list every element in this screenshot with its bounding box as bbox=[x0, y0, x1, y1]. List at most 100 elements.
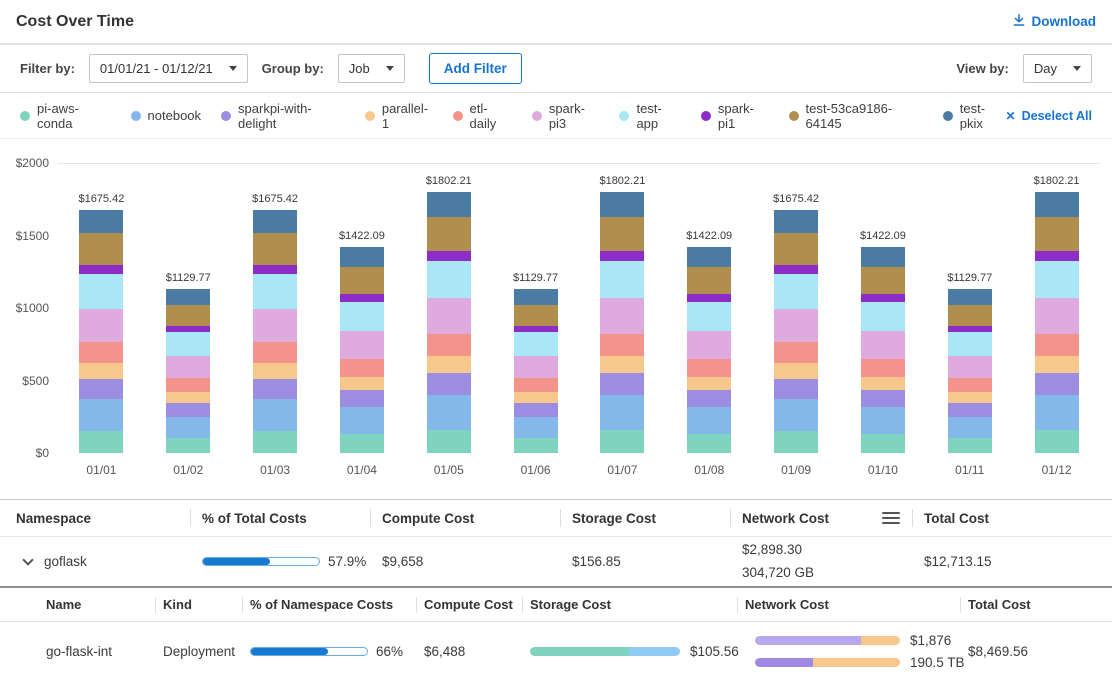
legend-item-parallel-1[interactable]: parallel-1 bbox=[365, 101, 433, 131]
bar-segment-test-pkix[interactable] bbox=[948, 289, 992, 305]
bar-segment-parallel-1[interactable] bbox=[1035, 356, 1079, 373]
bar-segment-etl-daily[interactable] bbox=[514, 378, 558, 392]
bar-segment-spark-pi1[interactable] bbox=[427, 251, 471, 261]
bar-segment-spark-pi3[interactable] bbox=[166, 356, 210, 378]
bar-segment-pi-aws-conda[interactable] bbox=[166, 438, 210, 453]
bar-segment-etl-daily[interactable] bbox=[1035, 334, 1079, 356]
bar-segment-sparkpi-with-delight[interactable] bbox=[514, 403, 558, 417]
bar-segment-etl-daily[interactable] bbox=[861, 359, 905, 376]
bar-segment-sparkpi-with-delight[interactable] bbox=[861, 390, 905, 407]
bar-segment-spark-pi1[interactable] bbox=[253, 265, 297, 274]
legend-item-spark-pi1[interactable]: spark-pi1 bbox=[701, 101, 769, 131]
bar-segment-pi-aws-conda[interactable] bbox=[861, 434, 905, 453]
bar-segment-notebook[interactable] bbox=[340, 407, 384, 434]
stacked-bar-01/05[interactable] bbox=[427, 192, 471, 453]
bar-segment-spark-pi1[interactable] bbox=[79, 265, 123, 274]
bar-segment-test-53ca9186-64145[interactable] bbox=[340, 267, 384, 294]
bar-segment-parallel-1[interactable] bbox=[340, 377, 384, 391]
bar-segment-spark-pi3[interactable] bbox=[253, 309, 297, 342]
legend-item-test-53ca9186-64145[interactable]: test-53ca9186-64145 bbox=[789, 101, 923, 131]
subcol-header-compute[interactable]: Compute Cost bbox=[424, 588, 530, 621]
bar-segment-parallel-1[interactable] bbox=[514, 392, 558, 403]
bar-segment-etl-daily[interactable] bbox=[687, 359, 731, 376]
bar-segment-pi-aws-conda[interactable] bbox=[948, 438, 992, 453]
bar-segment-notebook[interactable] bbox=[514, 417, 558, 438]
stacked-bar-01/07[interactable] bbox=[600, 192, 644, 453]
stacked-bar-01/01[interactable] bbox=[79, 210, 123, 453]
bar-segment-test-pkix[interactable] bbox=[340, 247, 384, 267]
bar-segment-test-53ca9186-64145[interactable] bbox=[948, 305, 992, 326]
col-header-compute[interactable]: Compute Cost bbox=[370, 500, 560, 536]
bar-segment-test-app[interactable] bbox=[253, 274, 297, 309]
stacked-bar-01/11[interactable] bbox=[948, 289, 992, 453]
stacked-bar-01/12[interactable] bbox=[1035, 192, 1079, 453]
bar-segment-test-app[interactable] bbox=[340, 302, 384, 331]
bar-segment-sparkpi-with-delight[interactable] bbox=[774, 379, 818, 399]
bar-segment-test-pkix[interactable] bbox=[253, 210, 297, 233]
legend-item-test-pkix[interactable]: test-pkix bbox=[943, 101, 1006, 131]
bar-segment-test-app[interactable] bbox=[774, 274, 818, 309]
bar-segment-test-pkix[interactable] bbox=[774, 210, 818, 233]
bar-segment-test-pkix[interactable] bbox=[600, 192, 644, 217]
col-header-namespace[interactable]: Namespace bbox=[0, 500, 190, 536]
bar-segment-sparkpi-with-delight[interactable] bbox=[79, 379, 123, 399]
bar-segment-etl-daily[interactable] bbox=[427, 334, 471, 356]
bar-segment-parallel-1[interactable] bbox=[948, 392, 992, 403]
bar-segment-etl-daily[interactable] bbox=[340, 359, 384, 376]
bar-segment-test-app[interactable] bbox=[166, 332, 210, 355]
bar-segment-notebook[interactable] bbox=[600, 395, 644, 429]
bar-segment-notebook[interactable] bbox=[948, 417, 992, 438]
bar-segment-spark-pi3[interactable] bbox=[1035, 298, 1079, 334]
bar-segment-test-app[interactable] bbox=[1035, 261, 1079, 298]
bar-segment-pi-aws-conda[interactable] bbox=[427, 430, 471, 453]
bar-segment-test-53ca9186-64145[interactable] bbox=[774, 233, 818, 265]
bar-segment-sparkpi-with-delight[interactable] bbox=[427, 373, 471, 395]
bar-segment-spark-pi3[interactable] bbox=[948, 356, 992, 378]
bar-segment-spark-pi1[interactable] bbox=[1035, 251, 1079, 261]
column-menu-icon[interactable] bbox=[882, 512, 900, 524]
bar-segment-test-53ca9186-64145[interactable] bbox=[1035, 217, 1079, 251]
bar-segment-parallel-1[interactable] bbox=[253, 363, 297, 379]
bar-segment-test-53ca9186-64145[interactable] bbox=[861, 267, 905, 294]
subcol-header-pct-namespace[interactable]: % of Namespace Costs bbox=[250, 588, 424, 621]
bar-segment-test-app[interactable] bbox=[600, 261, 644, 298]
bar-segment-notebook[interactable] bbox=[774, 399, 818, 431]
bar-segment-test-app[interactable] bbox=[514, 332, 558, 355]
bar-segment-pi-aws-conda[interactable] bbox=[1035, 430, 1079, 453]
bar-segment-test-53ca9186-64145[interactable] bbox=[514, 305, 558, 326]
bar-segment-parallel-1[interactable] bbox=[861, 377, 905, 391]
bar-segment-notebook[interactable] bbox=[687, 407, 731, 434]
subcol-header-kind[interactable]: Kind bbox=[163, 588, 250, 621]
bar-segment-etl-daily[interactable] bbox=[948, 378, 992, 392]
bar-segment-pi-aws-conda[interactable] bbox=[340, 434, 384, 453]
bar-segment-spark-pi3[interactable] bbox=[79, 309, 123, 342]
add-filter-button[interactable]: Add Filter bbox=[429, 53, 522, 84]
bar-segment-sparkpi-with-delight[interactable] bbox=[166, 403, 210, 417]
bar-segment-notebook[interactable] bbox=[166, 417, 210, 438]
bar-segment-pi-aws-conda[interactable] bbox=[253, 431, 297, 453]
bar-segment-sparkpi-with-delight[interactable] bbox=[1035, 373, 1079, 395]
date-range-dropdown[interactable]: 01/01/21 - 01/12/21 bbox=[89, 54, 248, 83]
bar-segment-parallel-1[interactable] bbox=[687, 377, 731, 391]
bar-segment-sparkpi-with-delight[interactable] bbox=[600, 373, 644, 395]
bar-segment-pi-aws-conda[interactable] bbox=[514, 438, 558, 453]
stacked-bar-01/02[interactable] bbox=[166, 289, 210, 453]
bar-segment-test-app[interactable] bbox=[861, 302, 905, 331]
bar-segment-parallel-1[interactable] bbox=[774, 363, 818, 379]
bar-segment-parallel-1[interactable] bbox=[427, 356, 471, 373]
bar-segment-parallel-1[interactable] bbox=[79, 363, 123, 379]
bar-segment-test-app[interactable] bbox=[687, 302, 731, 331]
bar-segment-sparkpi-with-delight[interactable] bbox=[340, 390, 384, 407]
stacked-bar-01/03[interactable] bbox=[253, 210, 297, 453]
bar-segment-pi-aws-conda[interactable] bbox=[687, 434, 731, 453]
bar-segment-test-53ca9186-64145[interactable] bbox=[687, 267, 731, 294]
bar-segment-test-app[interactable] bbox=[948, 332, 992, 355]
bar-segment-test-53ca9186-64145[interactable] bbox=[600, 217, 644, 251]
download-button[interactable]: Download bbox=[1012, 13, 1097, 30]
view-by-dropdown[interactable]: Day bbox=[1023, 54, 1092, 83]
workload-name[interactable]: go-flask-int bbox=[30, 644, 163, 659]
bar-segment-etl-daily[interactable] bbox=[600, 334, 644, 356]
bar-segment-test-pkix[interactable] bbox=[514, 289, 558, 305]
bar-segment-spark-pi1[interactable] bbox=[861, 294, 905, 302]
bar-segment-etl-daily[interactable] bbox=[253, 342, 297, 362]
